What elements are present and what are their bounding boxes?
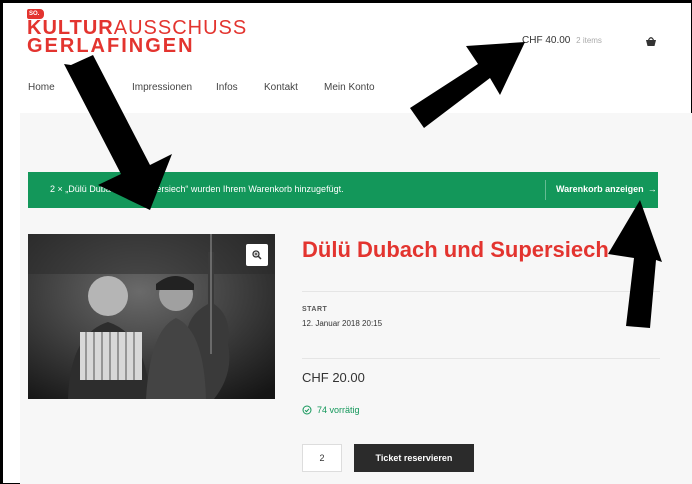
stock-status: 74 vorrätig xyxy=(302,405,360,415)
nav-item-kontakt[interactable]: Kontakt xyxy=(264,82,298,93)
nav-item-infos[interactable]: Infos xyxy=(216,82,238,93)
divider xyxy=(302,291,660,292)
reserve-ticket-button[interactable]: Ticket reservieren xyxy=(354,444,474,472)
quantity-input[interactable]: 2 xyxy=(302,444,342,472)
basket-icon[interactable] xyxy=(645,35,657,47)
notice-message: 2 × „Dülü Dubach und Supersiech“ wurden … xyxy=(50,184,344,194)
product-photo-graphic xyxy=(28,234,275,399)
cart-total: CHF 40.00 xyxy=(522,35,571,46)
check-circle-icon xyxy=(302,405,312,415)
logo-line2: GERLAFINGEN xyxy=(27,35,195,57)
nav-item-mein-konto[interactable]: Mein Konto xyxy=(324,82,375,93)
divider xyxy=(302,358,660,359)
view-cart-label: Warenkorb anzeigen xyxy=(556,184,644,194)
zoom-icon xyxy=(252,250,262,260)
header-cart-link[interactable]: CHF 40.00 2 items xyxy=(522,35,602,46)
product-price: CHF 20.00 xyxy=(302,370,365,385)
image-zoom-button[interactable] xyxy=(246,244,268,266)
view-cart-button[interactable]: Warenkorb anzeigen → xyxy=(556,184,657,194)
product-image[interactable] xyxy=(28,234,275,399)
notice-divider xyxy=(545,180,546,200)
start-datetime: 12. Januar 2018 20:15 xyxy=(302,319,383,328)
nav-item-events[interactable]: Events xyxy=(78,82,109,93)
stock-text: 74 vorrätig xyxy=(317,405,360,415)
arrow-right-icon: → xyxy=(647,184,657,194)
cart-items-count: 2 items xyxy=(576,36,602,45)
cart-notice: 2 × „Dülü Dubach und Supersiech“ wurden … xyxy=(28,172,658,208)
start-label: START xyxy=(302,306,328,313)
product-title: Dülü Dubach und Supersiech xyxy=(302,237,609,262)
nav-item-impressionen[interactable]: Impressionen xyxy=(132,82,192,93)
nav-item-home[interactable]: Home xyxy=(28,82,55,93)
